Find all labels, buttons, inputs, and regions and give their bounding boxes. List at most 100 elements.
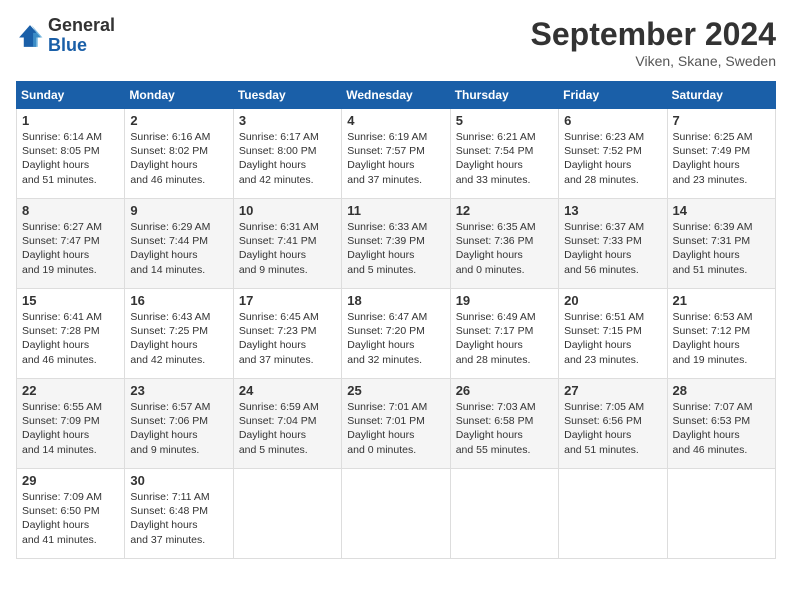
col-friday: Friday — [559, 82, 667, 109]
month-title: September 2024 — [531, 16, 776, 53]
page-header: General Blue September 2024 Viken, Skane… — [16, 16, 776, 69]
day-number: 5 — [456, 113, 553, 128]
col-sunday: Sunday — [17, 82, 125, 109]
table-row — [450, 469, 558, 559]
table-row: 18Sunrise: 6:47 AMSunset: 7:20 PMDayligh… — [342, 289, 450, 379]
col-wednesday: Wednesday — [342, 82, 450, 109]
day-info: Sunrise: 6:45 AMSunset: 7:23 PMDaylight … — [239, 311, 319, 366]
table-row: 26 Sunrise: 7:03 AMSunset: 6:58 PMDayligh… — [450, 379, 558, 469]
table-row: 10 Sunrise: 6:31 AMSunset: 7:41 PMDayligh… — [233, 199, 341, 289]
day-number: 12 — [456, 203, 553, 218]
table-row: 17 Sunrise: 6:45 AMSunset: 7:23 PMDayligh… — [233, 289, 341, 379]
day-number: 11 — [347, 203, 444, 218]
table-row: 9Sunrise: 6:29 AMSunset: 7:44 PMDaylight… — [125, 199, 233, 289]
day-info: Sunrise: 6:59 AMSunset: 7:04 PMDaylight … — [239, 401, 319, 456]
table-row: 13 Sunrise: 6:37 AMSunset: 7:33 PMDayligh… — [559, 199, 667, 289]
table-row: 28 Sunrise: 7:07 AMSunset: 6:53 PMDayligh… — [667, 379, 775, 469]
day-info: Sunrise: 6:31 AMSunset: 7:41 PMDaylight … — [239, 221, 319, 276]
day-info: Sunrise: 6:25 AMSunset: 7:49 PMDaylight … — [673, 131, 753, 186]
day-info: Sunrise: 6:33 AMSunset: 7:39 PMDaylight … — [347, 221, 427, 276]
day-number: 3 — [239, 113, 336, 128]
day-number: 20 — [564, 293, 661, 308]
table-row: 24 Sunrise: 6:59 AMSunset: 7:04 PMDayligh… — [233, 379, 341, 469]
day-info: Sunrise: 6:39 AMSunset: 7:31 PMDaylight … — [673, 221, 753, 276]
table-row: 11 Sunrise: 6:33 AMSunset: 7:39 PMDayligh… — [342, 199, 450, 289]
table-row: 15Sunrise: 6:41 AMSunset: 7:28 PMDayligh… — [17, 289, 125, 379]
day-number: 8 — [22, 203, 119, 218]
logo-general: General — [48, 16, 115, 36]
day-number: 14 — [673, 203, 770, 218]
day-number: 26 — [456, 383, 553, 398]
table-row — [559, 469, 667, 559]
table-row: 29 Sunrise: 7:09 AMSunset: 6:50 PMDayligh… — [17, 469, 125, 559]
table-row: 30 Sunrise: 7:11 AMSunset: 6:48 PMDayligh… — [125, 469, 233, 559]
day-number: 23 — [130, 383, 227, 398]
day-number: 17 — [239, 293, 336, 308]
day-number: 24 — [239, 383, 336, 398]
day-info: Sunrise: 6:37 AMSunset: 7:33 PMDaylight … — [564, 221, 644, 276]
table-row: 21 Sunrise: 6:53 AMSunset: 7:12 PMDayligh… — [667, 289, 775, 379]
table-row: 5 Sunrise: 6:21 AMSunset: 7:54 PMDaylight… — [450, 109, 558, 199]
table-row: 25Sunrise: 7:01 AMSunset: 7:01 PMDayligh… — [342, 379, 450, 469]
day-info: Sunrise: 7:03 AMSunset: 6:58 PMDaylight … — [456, 401, 536, 456]
day-info: Sunrise: 7:11 AMSunset: 6:48 PMDaylight … — [130, 491, 209, 546]
table-row: 3Sunrise: 6:17 AMSunset: 8:00 PMDaylight… — [233, 109, 341, 199]
table-row: 16 Sunrise: 6:43 AMSunset: 7:25 PMDayligh… — [125, 289, 233, 379]
day-number: 22 — [22, 383, 119, 398]
col-saturday: Saturday — [667, 82, 775, 109]
table-row — [667, 469, 775, 559]
day-number: 21 — [673, 293, 770, 308]
day-info: Sunrise: 6:47 AMSunset: 7:20 PMDaylight … — [347, 311, 427, 366]
week-row-1: 1Sunrise: 6:14 AMSunset: 8:05 PMDaylight… — [17, 109, 776, 199]
week-row-2: 8 Sunrise: 6:27 AMSunset: 7:47 PMDaylight… — [17, 199, 776, 289]
day-info: Sunrise: 6:14 AMSunset: 8:05 PMDaylight … — [22, 131, 102, 186]
day-number: 16 — [130, 293, 227, 308]
day-info: Sunrise: 7:05 AMSunset: 6:56 PMDaylight … — [564, 401, 644, 456]
day-info: Sunrise: 7:07 AMSunset: 6:53 PMDaylight … — [673, 401, 753, 456]
table-row — [342, 469, 450, 559]
table-row: 19 Sunrise: 6:49 AMSunset: 7:17 PMDayligh… — [450, 289, 558, 379]
table-row: 7 Sunrise: 6:25 AMSunset: 7:49 PMDaylight… — [667, 109, 775, 199]
day-number: 4 — [347, 113, 444, 128]
table-row: 1Sunrise: 6:14 AMSunset: 8:05 PMDaylight… — [17, 109, 125, 199]
table-row: 2Sunrise: 6:16 AMSunset: 8:02 PMDaylight… — [125, 109, 233, 199]
day-number: 29 — [22, 473, 119, 488]
day-number: 10 — [239, 203, 336, 218]
week-row-5: 29 Sunrise: 7:09 AMSunset: 6:50 PMDayligh… — [17, 469, 776, 559]
table-row — [233, 469, 341, 559]
table-row: 20 Sunrise: 6:51 AMSunset: 7:15 PMDayligh… — [559, 289, 667, 379]
day-info: Sunrise: 6:29 AMSunset: 7:44 PMDaylight … — [130, 221, 210, 276]
day-info: Sunrise: 7:01 AMSunset: 7:01 PMDaylight … — [347, 401, 427, 456]
day-info: Sunrise: 6:49 AMSunset: 7:17 PMDaylight … — [456, 311, 536, 366]
table-row: 23 Sunrise: 6:57 AMSunset: 7:06 PMDayligh… — [125, 379, 233, 469]
table-row: 14 Sunrise: 6:39 AMSunset: 7:31 PMDayligh… — [667, 199, 775, 289]
table-row: 12 Sunrise: 6:35 AMSunset: 7:36 PMDayligh… — [450, 199, 558, 289]
day-info: Sunrise: 6:21 AMSunset: 7:54 PMDaylight … — [456, 131, 536, 186]
day-number: 28 — [673, 383, 770, 398]
day-number: 19 — [456, 293, 553, 308]
day-info: Sunrise: 6:35 AMSunset: 7:36 PMDaylight … — [456, 221, 536, 276]
table-row: 6 Sunrise: 6:23 AMSunset: 7:52 PMDaylight… — [559, 109, 667, 199]
day-number: 6 — [564, 113, 661, 128]
day-number: 30 — [130, 473, 227, 488]
day-info: Sunrise: 6:43 AMSunset: 7:25 PMDaylight … — [130, 311, 210, 366]
day-info: Sunrise: 6:27 AMSunset: 7:47 PMDaylight … — [22, 221, 102, 276]
day-info: Sunrise: 6:53 AMSunset: 7:12 PMDaylight … — [673, 311, 753, 366]
week-row-3: 15Sunrise: 6:41 AMSunset: 7:28 PMDayligh… — [17, 289, 776, 379]
logo-icon — [16, 22, 44, 50]
header-row: Sunday Monday Tuesday Wednesday Thursday… — [17, 82, 776, 109]
day-number: 7 — [673, 113, 770, 128]
day-info: Sunrise: 7:09 AMSunset: 6:50 PMDaylight … — [22, 491, 102, 546]
col-thursday: Thursday — [450, 82, 558, 109]
week-row-4: 22Sunrise: 6:55 AMSunset: 7:09 PMDayligh… — [17, 379, 776, 469]
table-row: 27 Sunrise: 7:05 AMSunset: 6:56 PMDayligh… — [559, 379, 667, 469]
table-row: 22Sunrise: 6:55 AMSunset: 7:09 PMDayligh… — [17, 379, 125, 469]
location: Viken, Skane, Sweden — [531, 53, 776, 69]
title-block: September 2024 Viken, Skane, Sweden — [531, 16, 776, 69]
day-number: 13 — [564, 203, 661, 218]
day-info: Sunrise: 6:57 AMSunset: 7:06 PMDaylight … — [130, 401, 210, 456]
day-info: Sunrise: 6:51 AMSunset: 7:15 PMDaylight … — [564, 311, 644, 366]
day-number: 27 — [564, 383, 661, 398]
day-info: Sunrise: 6:23 AMSunset: 7:52 PMDaylight … — [564, 131, 644, 186]
day-number: 15 — [22, 293, 119, 308]
